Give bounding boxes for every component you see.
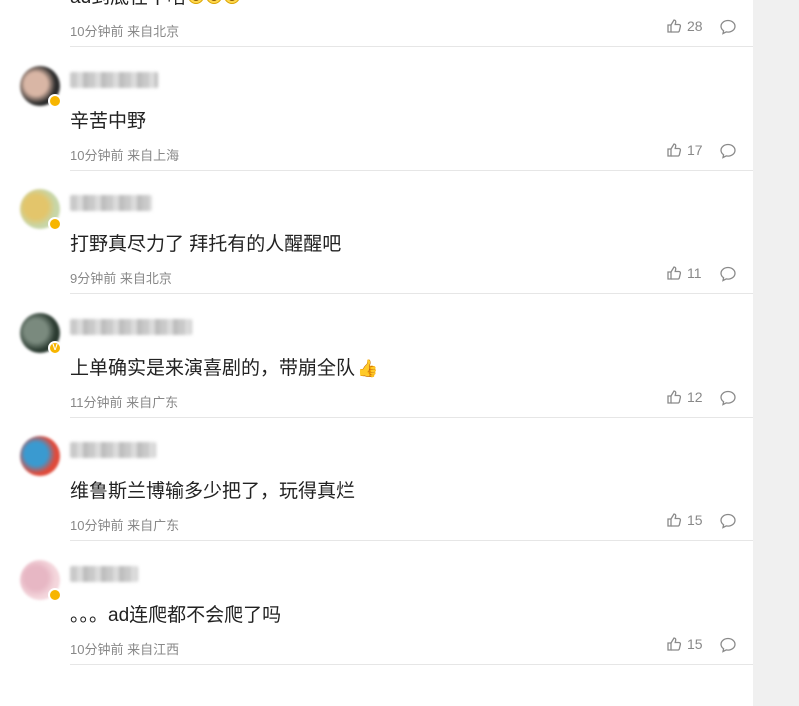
thumbs-up-icon (666, 636, 682, 652)
like-button[interactable]: 12 (666, 389, 703, 405)
avatar[interactable]: V (20, 312, 62, 355)
like-count: 15 (687, 635, 703, 652)
comment-text-content: 辛苦中野 (70, 110, 147, 132)
smile-emoji-icon (188, 0, 205, 4)
comment-text: 维鲁斯兰博输多少把了，玩得真烂 (70, 476, 355, 503)
comment-bubble-button[interactable] (719, 265, 737, 283)
like-button[interactable]: 11 (666, 265, 702, 281)
comment-bubble-button[interactable] (719, 512, 737, 530)
comment-text: 打野真尽力了 拜托有的人醒醒吧 (70, 229, 341, 256)
like-count: 28 (687, 18, 703, 34)
like-button[interactable]: 15 (666, 512, 703, 528)
comment-bubble-icon (720, 19, 736, 35)
comment-meta: 11分钟前 来自广东 (70, 394, 179, 410)
comment-item: 打野真尽力了 拜托有的人醒醒吧 9分钟前 来自北京 11 (0, 171, 753, 294)
like-count: 15 (687, 512, 703, 528)
avatar[interactable] (20, 559, 62, 602)
comment-text-content: 上单确实是来演喜剧的，带崩全队 (70, 357, 356, 379)
comment-text-content: ad到底在干啥 (70, 0, 186, 8)
comment-meta: 10分钟前 来自广东 (70, 518, 180, 533)
avatar[interactable] (20, 189, 62, 231)
comment-text-content: 打野真尽力了 拜托有的人醒醒吧 (70, 234, 342, 255)
comment-meta: 9分钟前 来自北京 (70, 271, 172, 286)
comment-bubble-icon (720, 390, 736, 406)
comment-bubble-button[interactable] (719, 18, 737, 36)
verified-badge-icon (48, 587, 62, 602)
comment-item: V 上单确实是来演喜剧的，带崩全队 👍 11分钟前 来自广东 12 (0, 295, 753, 418)
comment-text-content: 维鲁斯兰博输多少把了，玩得真烂 (70, 481, 356, 502)
thumbs-up-icon (666, 389, 682, 405)
verified-badge-icon (48, 217, 62, 231)
username-blurred[interactable] (70, 565, 138, 582)
comment-item: 辛苦中野 10分钟前 来自上海 17 (0, 48, 753, 171)
thumbs-up-emoji-icon: 👍 (357, 358, 379, 378)
avatar[interactable] (20, 436, 60, 476)
comment-bubble-button[interactable] (719, 636, 737, 654)
divider (70, 663, 753, 665)
username-blurred[interactable] (70, 442, 156, 458)
comment-item: 维鲁斯兰博输多少把了，玩得真烂 10分钟前 来自广东 15 (0, 418, 753, 541)
comment-meta: 10分钟前 来自江西 (70, 641, 180, 657)
thumbs-up-icon (666, 512, 682, 528)
comment-item: ad到底在干啥 10分钟前 来自北京 28 (0, 0, 753, 47)
comment-bubble-icon (720, 266, 736, 282)
comment-text: 。。。ad连爬都不会爬了吗 (70, 600, 281, 627)
comment-text: ad到底在干啥 (70, 0, 241, 9)
comment-text-content: 。。。ad连爬都不会爬了吗 (70, 604, 282, 626)
smile-emoji-icon (224, 0, 241, 4)
username-blurred[interactable] (70, 71, 158, 88)
username-blurred[interactable] (70, 318, 192, 335)
comment-text: 辛苦中野 (70, 106, 146, 133)
comment-item: 。。。ad连爬都不会爬了吗 10分钟前 来自江西 15 (0, 542, 753, 665)
like-button[interactable]: 28 (666, 18, 703, 34)
like-button[interactable]: 15 (666, 636, 703, 652)
like-button[interactable]: 17 (666, 142, 703, 158)
thumbs-up-icon (666, 18, 682, 34)
comment-bubble-icon (720, 637, 736, 653)
thumbs-up-icon (666, 142, 682, 158)
username-blurred[interactable] (70, 195, 152, 211)
like-count: 17 (687, 141, 703, 158)
comment-feed: ad到底在干啥 10分钟前 来自北京 28 辛苦中野 10分钟前 来自上海 17 打野真尽力… (0, 0, 753, 706)
comment-bubble-icon (720, 143, 736, 159)
comment-bubble-button[interactable] (719, 389, 737, 407)
comment-meta: 10分钟前 来自上海 (70, 147, 180, 163)
verified-badge-icon (48, 93, 62, 108)
comment-text: 上单确实是来演喜剧的，带崩全队 👍 (70, 353, 378, 380)
like-count: 12 (687, 388, 703, 405)
like-count: 11 (687, 265, 702, 281)
comment-bubble-button[interactable] (719, 142, 737, 160)
smile-emoji-icon (206, 0, 223, 4)
thumbs-up-icon (666, 265, 682, 281)
avatar[interactable] (20, 65, 62, 108)
verified-badge-icon: V (48, 340, 62, 355)
comment-meta: 10分钟前 来自北京 (70, 24, 180, 39)
comment-bubble-icon (720, 513, 736, 529)
